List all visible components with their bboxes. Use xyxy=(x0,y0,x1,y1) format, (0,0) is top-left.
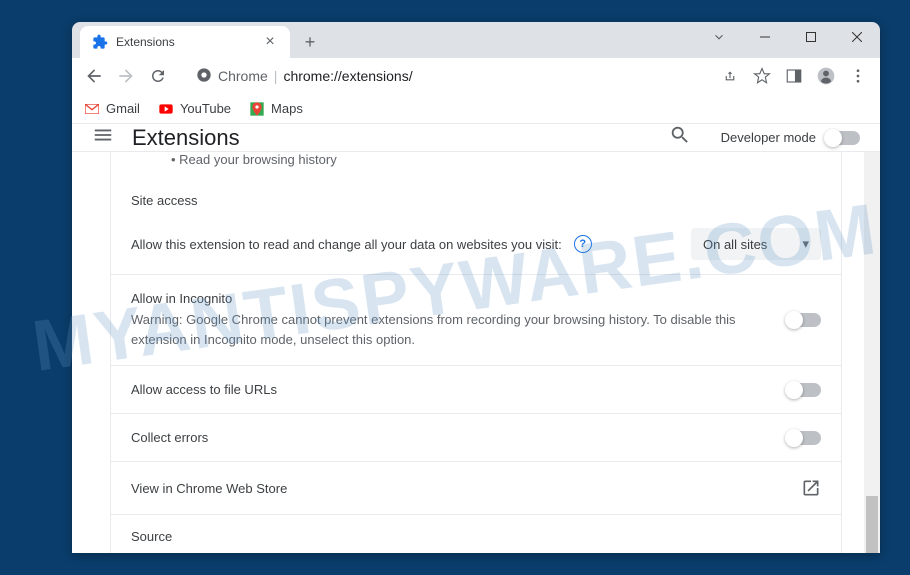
toolbar: Chrome | chrome://extensions/ xyxy=(72,58,880,94)
titlebar: Extensions × + xyxy=(72,22,880,58)
bookmark-label: Maps xyxy=(271,101,303,116)
forward-button[interactable] xyxy=(112,62,140,90)
help-icon[interactable]: ? xyxy=(574,235,592,253)
file-urls-row: Allow access to file URLs xyxy=(111,366,841,413)
menu-dots-icon[interactable] xyxy=(844,62,872,90)
file-urls-label: Allow access to file URLs xyxy=(131,382,787,397)
extension-detail-panel: • Read your browsing history Site access… xyxy=(110,152,842,553)
site-access-dropdown[interactable]: On all sites ▾ xyxy=(691,228,821,260)
address-bar[interactable]: Chrome | chrome://extensions/ xyxy=(184,62,704,90)
collect-errors-label: Collect errors xyxy=(131,430,787,445)
chrome-label: Chrome xyxy=(218,68,268,84)
dev-mode-label: Developer mode xyxy=(721,130,816,145)
permission-bullet: • Read your browsing history xyxy=(111,152,841,179)
incognito-label: Allow in Incognito xyxy=(131,291,787,306)
close-icon[interactable]: × xyxy=(262,34,278,50)
extension-icon xyxy=(92,34,108,50)
site-access-section-label: Site access xyxy=(111,179,841,214)
source-row: Source xyxy=(111,515,841,553)
tab-title: Extensions xyxy=(116,35,175,49)
chevron-down-icon: ▾ xyxy=(802,236,809,252)
url-text: chrome://extensions/ xyxy=(283,68,412,84)
bookmark-youtube[interactable]: YouTube xyxy=(158,101,231,117)
bookmark-star-icon[interactable] xyxy=(748,62,776,90)
window-controls xyxy=(696,22,880,52)
dropdown-value: On all sites xyxy=(703,237,767,252)
site-access-row: Allow this extension to read and change … xyxy=(111,214,841,274)
site-access-description: Allow this extension to read and change … xyxy=(131,237,562,252)
incognito-row: Allow in Incognito Warning: Google Chrom… xyxy=(111,275,841,365)
close-window-button[interactable] xyxy=(834,22,880,52)
tab-search-icon[interactable] xyxy=(696,22,742,52)
share-icon[interactable] xyxy=(716,62,744,90)
page-title: Extensions xyxy=(132,125,240,151)
collect-errors-toggle[interactable] xyxy=(787,431,821,445)
incognito-toggle[interactable] xyxy=(787,313,821,327)
incognito-description: Warning: Google Chrome cannot prevent ex… xyxy=(131,310,787,349)
scrollbar-track[interactable] xyxy=(864,152,880,553)
profile-icon[interactable] xyxy=(812,62,840,90)
maximize-button[interactable] xyxy=(788,22,834,52)
side-panel-icon[interactable] xyxy=(780,62,808,90)
chrome-logo-icon xyxy=(196,67,212,86)
url-divider: | xyxy=(274,68,278,84)
web-store-row[interactable]: View in Chrome Web Store xyxy=(111,462,841,514)
bookmark-maps[interactable]: Maps xyxy=(249,101,303,117)
bookmarks-bar: Gmail YouTube Maps xyxy=(72,94,880,124)
scroll-body: • Read your browsing history Site access… xyxy=(72,152,880,553)
file-urls-toggle[interactable] xyxy=(787,383,821,397)
new-tab-button[interactable]: + xyxy=(296,28,324,56)
bookmark-label: YouTube xyxy=(180,101,231,116)
source-label: Source xyxy=(131,529,821,544)
back-button[interactable] xyxy=(80,62,108,90)
scrollbar-thumb[interactable] xyxy=(866,496,878,553)
content-area: Extensions Developer mode • Read your br… xyxy=(72,124,880,553)
tab-extensions[interactable]: Extensions × xyxy=(80,26,290,58)
open-external-icon xyxy=(801,478,821,498)
page-header: Extensions Developer mode xyxy=(72,124,880,152)
bookmark-label: Gmail xyxy=(106,101,140,116)
youtube-icon xyxy=(158,101,174,117)
dev-mode-toggle[interactable] xyxy=(826,131,860,145)
search-icon[interactable] xyxy=(669,124,691,151)
bookmark-gmail[interactable]: Gmail xyxy=(84,101,140,117)
maps-icon xyxy=(249,101,265,117)
hamburger-icon[interactable] xyxy=(92,124,114,151)
collect-errors-row: Collect errors xyxy=(111,414,841,461)
gmail-icon xyxy=(84,101,100,117)
developer-mode-section: Developer mode xyxy=(721,130,860,145)
minimize-button[interactable] xyxy=(742,22,788,52)
reload-button[interactable] xyxy=(144,62,172,90)
browser-window: Extensions × + xyxy=(72,22,880,553)
web-store-label: View in Chrome Web Store xyxy=(131,481,801,496)
